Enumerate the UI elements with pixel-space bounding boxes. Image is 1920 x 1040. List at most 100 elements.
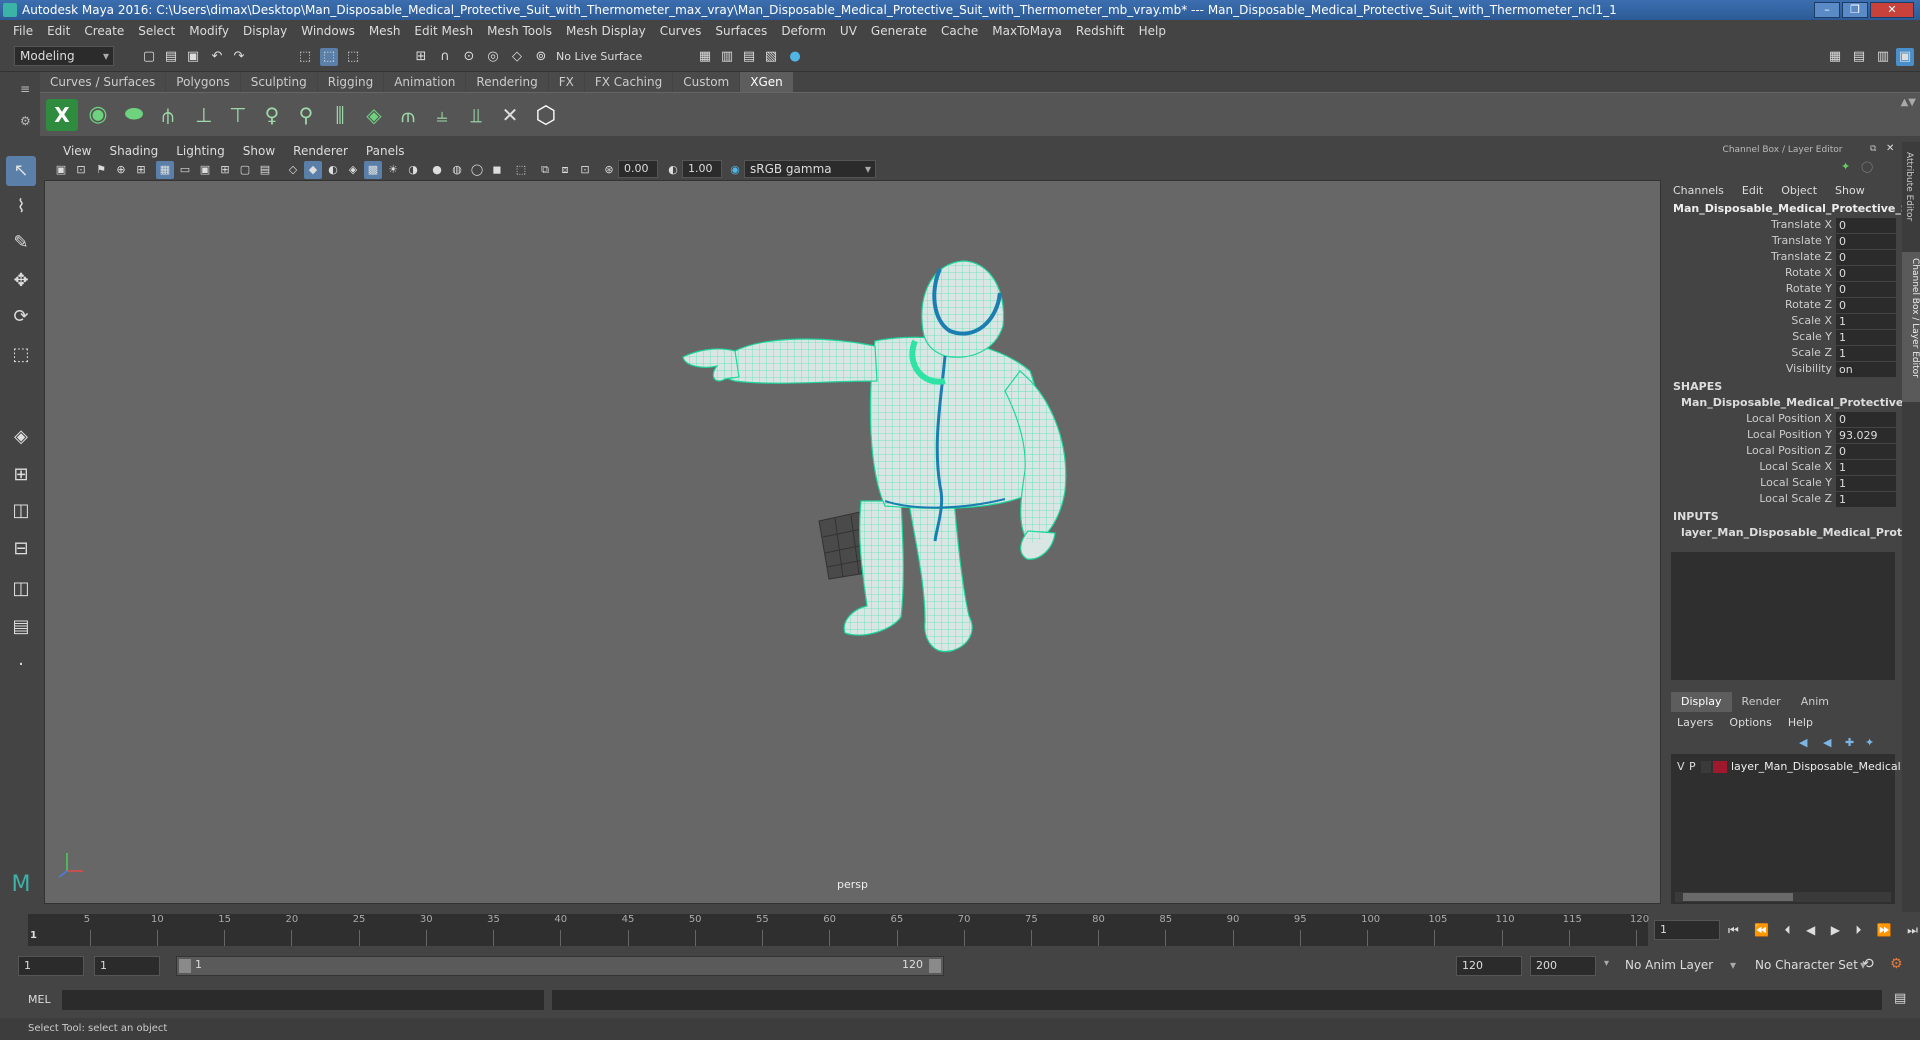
- panel-menu-show[interactable]: Show: [234, 144, 284, 158]
- shelf-scroll-icon[interactable]: ▲▼: [1901, 97, 1916, 108]
- gamma-icon[interactable]: ◐: [664, 161, 682, 179]
- menu-redshift[interactable]: Redshift: [1069, 24, 1132, 38]
- side-by-side-layout-icon[interactable]: ◫: [6, 496, 36, 526]
- xgen-comb-icon[interactable]: ⫨: [426, 99, 458, 131]
- hypershade-icon[interactable]: ●: [786, 48, 804, 66]
- channel-value[interactable]: 0: [1836, 266, 1896, 281]
- protective-suit-model[interactable]: [682, 260, 1067, 653]
- render-view-icon[interactable]: ▥: [718, 48, 736, 66]
- channel-value[interactable]: 0: [1836, 218, 1896, 233]
- layer-playback-toggle[interactable]: P: [1689, 758, 1696, 776]
- tab-xgen[interactable]: XGen: [740, 72, 793, 92]
- shape-local-scale-y[interactable]: Local Scale Y 1: [1665, 476, 1900, 492]
- menu-cache[interactable]: Cache: [934, 24, 985, 38]
- textured-icon[interactable]: ▩: [364, 161, 382, 179]
- channel-value[interactable]: on: [1836, 362, 1896, 377]
- close-panel-icon[interactable]: ✕: [1886, 143, 1894, 154]
- input-node-name[interactable]: layer_Man_Disposable_Medical_Protec...: [1681, 526, 1920, 539]
- bookmark-icon[interactable]: ⚑: [92, 161, 110, 179]
- xgen-clumping-icon[interactable]: ⫫: [460, 99, 492, 131]
- layer-list-scrollbar[interactable]: [1675, 892, 1891, 902]
- scene-start-field[interactable]: 1: [18, 956, 84, 976]
- camera-attributes-icon[interactable]: ⊡: [72, 161, 90, 179]
- command-language-label[interactable]: MEL: [28, 993, 51, 1006]
- snap-live-icon[interactable]: ⊚: [532, 48, 550, 66]
- channel-scale-z[interactable]: Scale Z 1: [1665, 346, 1900, 362]
- lasso-tool-icon[interactable]: ⌇: [6, 192, 36, 222]
- xgen-editor-icon[interactable]: X: [46, 99, 78, 131]
- scrollbar-thumb[interactable]: [1683, 893, 1793, 901]
- channel-visibility[interactable]: Visibility on: [1665, 362, 1900, 378]
- tab-anim[interactable]: Anim: [1791, 692, 1839, 712]
- snap-grid-icon[interactable]: ⊞: [412, 48, 430, 66]
- menu-modify[interactable]: Modify: [182, 24, 236, 38]
- xgen-place-guides-icon[interactable]: ⫛: [152, 99, 184, 131]
- menu-windows[interactable]: Windows: [294, 24, 362, 38]
- playback-end-field[interactable]: 120: [1456, 956, 1522, 976]
- use-default-material-icon[interactable]: ◐: [324, 161, 342, 179]
- shelf-menu-icon[interactable]: ≡: [20, 82, 30, 96]
- select-component-icon[interactable]: ⬚: [344, 48, 362, 66]
- character-set-dropdown[interactable]: No Character Set: [1750, 956, 1870, 976]
- range-start-handle[interactable]: [179, 959, 191, 973]
- channel-value[interactable]: 1: [1836, 346, 1896, 361]
- channel-value[interactable]: 0: [1836, 250, 1896, 265]
- channel-translate-y[interactable]: Translate Y 0: [1665, 234, 1900, 250]
- layer-name[interactable]: layer_Man_Disposable_Medical: [1731, 758, 1901, 776]
- image-plane-icon[interactable]: ⊕: [112, 161, 130, 179]
- move-layer-up-icon[interactable]: ◀: [1799, 736, 1807, 749]
- tab-display[interactable]: Display: [1671, 692, 1732, 712]
- tab-fx[interactable]: FX: [548, 72, 584, 92]
- channel-rotate-y[interactable]: Rotate Y 0: [1665, 282, 1900, 298]
- select-tool-icon[interactable]: ↖: [6, 156, 36, 186]
- close-button[interactable]: ✕: [1870, 2, 1914, 18]
- channel-value[interactable]: 0: [1836, 412, 1896, 427]
- current-frame-field[interactable]: 1: [1654, 920, 1720, 940]
- menu-display[interactable]: Display: [236, 24, 294, 38]
- shadows-icon[interactable]: ◑: [404, 161, 422, 179]
- channel-translate-x[interactable]: Translate X 0: [1665, 218, 1900, 234]
- motion-blur-icon[interactable]: ◍: [448, 161, 466, 179]
- tab-animation[interactable]: Animation: [384, 72, 466, 92]
- panel-menu-view[interactable]: View: [54, 144, 100, 158]
- tab-channel-box[interactable]: Channel Box / Layer Editor: [1902, 252, 1920, 402]
- channel-value[interactable]: 93.029: [1836, 428, 1896, 443]
- xgen-guide-length-icon[interactable]: ⫼: [324, 99, 356, 131]
- channel-value[interactable]: 0: [1836, 282, 1896, 297]
- paint-select-tool-icon[interactable]: ✎: [6, 228, 36, 258]
- channel-value[interactable]: 0: [1836, 234, 1896, 249]
- channel-box-toggle-icon[interactable]: ▣: [1896, 48, 1914, 66]
- channel-value[interactable]: 0: [1836, 444, 1896, 459]
- color-space-dropdown[interactable]: sRGB gamma: [744, 160, 876, 178]
- tab-attribute-editor[interactable]: Attribute Editor: [1904, 152, 1914, 221]
- panel-menu-renderer[interactable]: Renderer: [284, 144, 357, 158]
- exposure-icon[interactable]: ⊛: [600, 161, 618, 179]
- go-to-start-icon[interactable]: ⏮: [1728, 923, 1739, 938]
- menu-file[interactable]: File: [6, 24, 40, 38]
- move-layer-down-icon[interactable]: ◀: [1823, 736, 1831, 749]
- step-forward-key-icon[interactable]: ⏩: [1877, 923, 1892, 937]
- menu-layer-help[interactable]: Help: [1788, 716, 1813, 729]
- menu-object[interactable]: Object: [1781, 184, 1817, 197]
- menu-uv[interactable]: UV: [833, 24, 864, 38]
- layer-reference-toggle[interactable]: [1701, 761, 1711, 773]
- wireframe-on-shaded-icon[interactable]: ◈: [344, 161, 362, 179]
- open-scene-icon[interactable]: ▤: [162, 48, 180, 66]
- new-layer-icon[interactable]: ✚: [1845, 736, 1854, 749]
- range-slider[interactable]: 1 120: [176, 956, 944, 976]
- shape-name[interactable]: Man_Disposable_Medical_Protective_S...: [1681, 396, 1920, 409]
- safe-title-icon[interactable]: ▤: [256, 161, 274, 179]
- menu-channel-edit[interactable]: Edit: [1742, 184, 1763, 197]
- render-settings-icon[interactable]: ▧: [762, 48, 780, 66]
- xgen-noise-icon[interactable]: ✕: [494, 99, 526, 131]
- float-panel-icon[interactable]: ⧉: [1870, 144, 1876, 154]
- move-tool-icon[interactable]: ✥: [6, 266, 36, 296]
- menu-edit[interactable]: Edit: [40, 24, 77, 38]
- menu-deform[interactable]: Deform: [774, 24, 833, 38]
- wireframe-icon[interactable]: ◇: [284, 161, 302, 179]
- menu-generate[interactable]: Generate: [864, 24, 934, 38]
- layout-icon-1[interactable]: ▦: [1826, 48, 1844, 66]
- menu-curves[interactable]: Curves: [653, 24, 709, 38]
- channel-value[interactable]: 1: [1836, 314, 1896, 329]
- channel-value[interactable]: 1: [1836, 476, 1896, 491]
